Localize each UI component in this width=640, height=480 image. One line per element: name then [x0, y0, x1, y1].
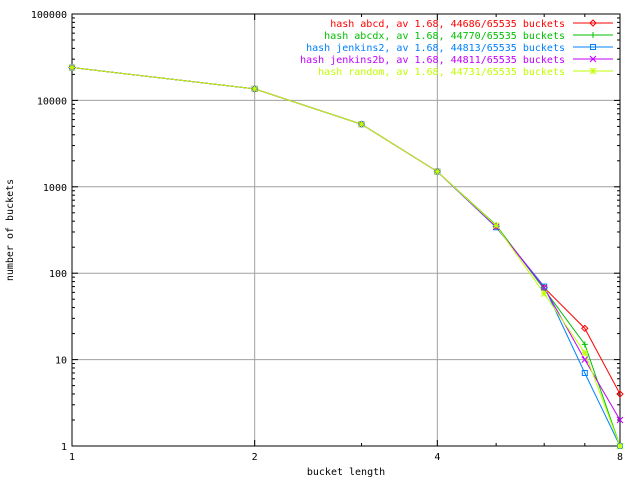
y-tick-label: 1: [61, 442, 67, 453]
data-point-series-5: [540, 290, 548, 297]
y-tick-label: 100: [49, 269, 67, 280]
x-tick-label: 2: [252, 452, 258, 463]
y-tick-label: 1000: [43, 183, 67, 194]
data-point-series-5: [616, 442, 624, 450]
legend-label-4: hash jenkins2b, av 1.68, 44811/65535 buc…: [300, 55, 565, 66]
y-tick-label: 10: [55, 356, 67, 367]
data-point-series-5: [581, 349, 589, 357]
legend-label-1: hash abcd, av 1.68, 44686/65535 buckets: [330, 19, 565, 30]
data-point-series-5: [492, 222, 500, 230]
y-tick-label: 10000: [37, 96, 67, 107]
legend-label-3: hash jenkins2, av 1.68, 44813/65535 buck…: [306, 43, 565, 54]
data-point-series-5: [433, 168, 441, 175]
y-tick-label: 100000: [31, 10, 67, 21]
x-tick-label: 4: [434, 452, 440, 463]
data-point-series-5: [68, 64, 76, 71]
chart: 1 2 4 8 1 10 100 1000 10000 100000 bucket length…: [0, 0, 640, 480]
x-tick-label: 1: [69, 452, 75, 463]
x-axis-label: bucket length: [307, 467, 385, 478]
legend-label-5: hash random, av 1.68, 44731/65535 bucket…: [318, 67, 565, 78]
legend-marker-5: [589, 67, 597, 75]
y-axis-label: number of buckets: [5, 179, 16, 281]
data-point-series-5: [251, 85, 259, 93]
data-point-series-5: [358, 120, 365, 128]
x-tick-label: 8: [617, 452, 623, 463]
legend-label-2: hash abcdx, av 1.68, 44770/65535 buckets: [324, 31, 565, 42]
